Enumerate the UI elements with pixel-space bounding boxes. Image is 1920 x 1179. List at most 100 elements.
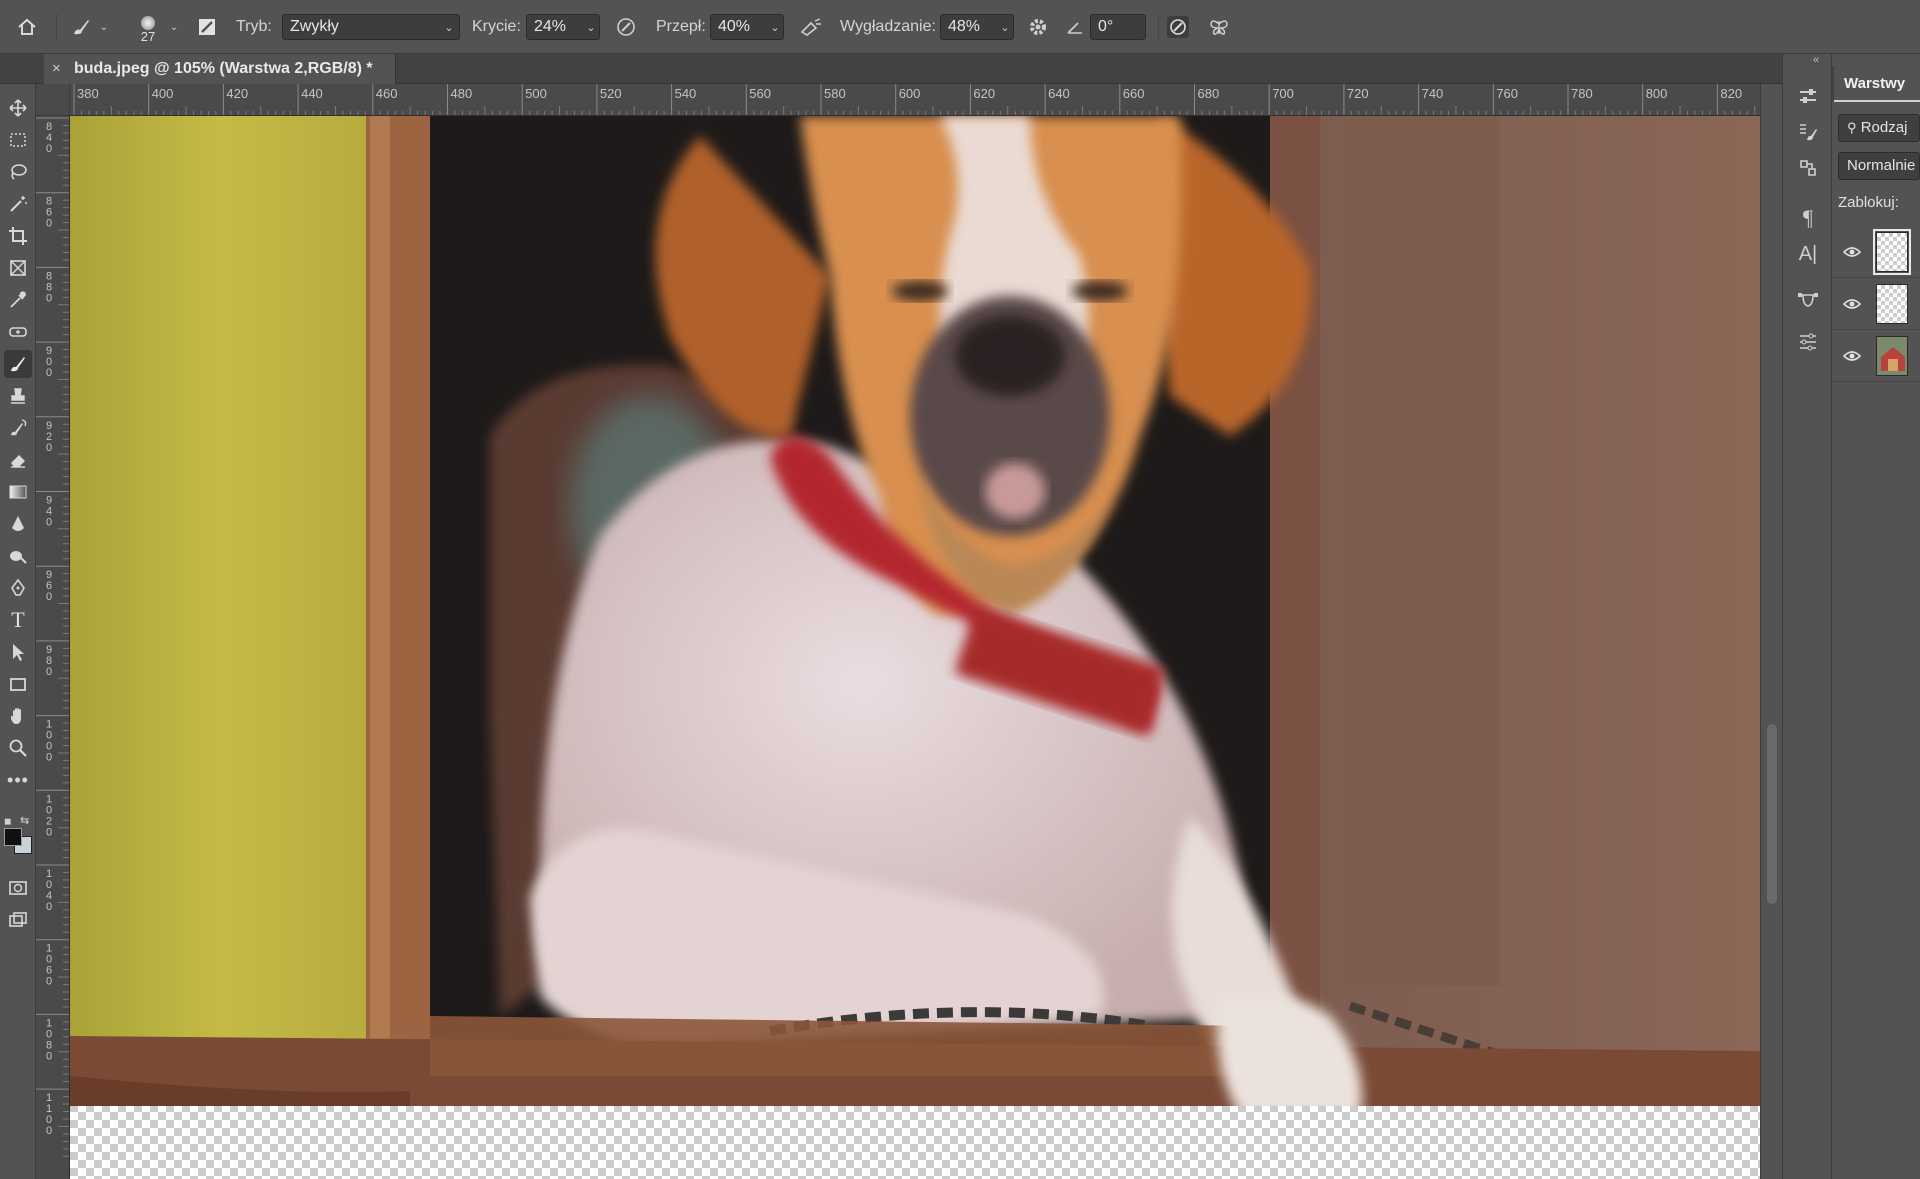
ruler-label: 720: [1347, 86, 1369, 101]
horizontal-ruler-ticks: 380 400 420 440 460 480 500 520 540 560 580 600 620 6…: [73, 84, 1756, 115]
mode-select[interactable]: Zwykły: [282, 14, 460, 40]
chevron-down-icon[interactable]: ⌄: [996, 14, 1014, 40]
ruler-label: 380: [77, 86, 99, 101]
type-tool-icon[interactable]: T: [4, 606, 32, 634]
ruler-label: 0: [46, 826, 52, 838]
photo-thumbnail-image: [1877, 337, 1907, 375]
chevron-down-icon[interactable]: ⌄: [166, 0, 182, 54]
separator: [1158, 14, 1159, 40]
ruler-label: 0: [46, 752, 52, 764]
visibility-eye-icon[interactable]: [1842, 346, 1862, 366]
pen-tool-icon[interactable]: [4, 574, 32, 602]
path-selection-tool-icon[interactable]: [4, 638, 32, 666]
scrollbar-thumb[interactable]: [1767, 724, 1777, 904]
ruler-label: 440: [301, 86, 323, 101]
ruler-label: 500: [525, 86, 547, 101]
clone-stamp-tool-icon[interactable]: [4, 382, 32, 410]
ruler-label: 0: [46, 367, 52, 379]
paths-icon[interactable]: [1794, 286, 1822, 314]
eyedropper-tool-icon[interactable]: [4, 286, 32, 314]
ruler-origin[interactable]: [36, 84, 70, 116]
swap-colors-icon[interactable]: ⇆: [20, 814, 29, 827]
layer-thumbnail[interactable]: [1873, 229, 1911, 275]
vertical-ruler[interactable]: 8408608809009209409609801000102010401060…: [36, 116, 70, 1179]
blend-mode-select[interactable]: Normalnie: [1838, 152, 1920, 180]
ruler-label: 540: [675, 86, 697, 101]
layer-thumbnail[interactable]: [1876, 336, 1908, 376]
gradient-tool-icon[interactable]: [4, 478, 32, 506]
layers-panel: Warstwy ⚲ Rodzaj Normalnie Zablokuj:: [1832, 54, 1920, 1179]
document-title: buda.jpeg @ 105% (Warstwa 2,RGB/8) *: [74, 60, 373, 77]
gear-icon[interactable]: [1024, 0, 1052, 54]
chevron-down-icon[interactable]: ⌄: [766, 14, 784, 40]
angle-input[interactable]: 0°: [1090, 14, 1146, 40]
hand-tool-icon[interactable]: [4, 702, 32, 730]
document-tab[interactable]: × buda.jpeg @ 105% (Warstwa 2,RGB/8) *: [44, 54, 396, 84]
clone-source-icon[interactable]: [1794, 154, 1822, 182]
collapse-panels-icon[interactable]: «: [1813, 54, 1819, 66]
airbrush-icon[interactable]: [796, 0, 826, 54]
chevron-down-icon[interactable]: ⌄: [440, 14, 458, 40]
vertical-ruler-ticks: 8408608809009209409609801000102010401060…: [36, 117, 69, 1157]
ruler-label: 0: [46, 976, 52, 988]
dodge-tool-icon[interactable]: [4, 542, 32, 570]
options-bar: ⌄ 27 ⌄ Tryb: Zwykły ⌄ Krycie: 24% ⌄ Prze…: [0, 0, 1920, 54]
pressure-size-icon[interactable]: [1162, 0, 1194, 54]
quick-mask-icon[interactable]: [4, 874, 32, 902]
crop-tool-icon[interactable]: [4, 222, 32, 250]
ruler-label: 700: [1272, 86, 1294, 101]
ruler-label: 640: [1048, 86, 1070, 101]
tab-layers[interactable]: Warstwy: [1834, 66, 1920, 102]
layer-row[interactable]: [1832, 330, 1920, 382]
layer-row[interactable]: [1832, 226, 1920, 278]
visibility-eye-icon[interactable]: [1842, 294, 1862, 314]
symmetry-butterfly-icon[interactable]: [1204, 0, 1234, 54]
zoom-tool-icon[interactable]: [4, 734, 32, 762]
blur-tool-icon[interactable]: [4, 510, 32, 538]
history-brush-tool-icon[interactable]: [4, 414, 32, 442]
move-tool-icon[interactable]: [4, 94, 32, 122]
brush-preset-icon[interactable]: [66, 0, 96, 54]
chevron-down-icon[interactable]: ⌄: [96, 0, 112, 54]
more-tools-icon[interactable]: •••: [4, 766, 32, 794]
lasso-tool-icon[interactable]: [4, 158, 32, 186]
canvas[interactable]: [70, 116, 1760, 1179]
character-icon[interactable]: A|: [1794, 240, 1822, 268]
eraser-tool-icon[interactable]: [4, 446, 32, 474]
pressure-opacity-icon[interactable]: [612, 0, 640, 54]
ruler-label: 800: [1646, 86, 1668, 101]
screen-mode-icon[interactable]: [4, 906, 32, 934]
close-icon[interactable]: ×: [52, 54, 61, 84]
ruler-label: 620: [973, 86, 995, 101]
adjustments-icon[interactable]: [1794, 328, 1822, 356]
layer-thumbnail[interactable]: [1876, 284, 1908, 324]
flow-label: Przepł:: [656, 18, 706, 35]
brush-size-picker[interactable]: 27: [134, 0, 162, 54]
chevron-down-icon[interactable]: ⌄: [582, 14, 600, 40]
home-icon[interactable]: [12, 0, 42, 54]
ruler-label: 460: [376, 86, 398, 101]
visibility-eye-icon[interactable]: [1842, 242, 1862, 262]
brush-settings-panel-icon[interactable]: [194, 0, 220, 54]
paragraph-icon[interactable]: ¶: [1794, 204, 1822, 232]
transparent-area: [70, 1096, 1760, 1179]
ruler-label: 400: [152, 86, 174, 101]
spot-healing-tool-icon[interactable]: [4, 318, 32, 346]
ruler-label: 520: [600, 86, 622, 101]
brush-tool-icon[interactable]: [4, 350, 32, 378]
tools-panel: T ••• ◼ ⇆: [0, 84, 36, 1179]
brushes-panel-icon[interactable]: [1794, 118, 1822, 146]
layer-row[interactable]: [1832, 278, 1920, 330]
rectangle-tool-icon[interactable]: [4, 670, 32, 698]
horizontal-ruler[interactable]: 380 400 420 440 460 480 500 520 540 560 580 600 620 6…: [70, 84, 1760, 116]
properties-icon[interactable]: [1794, 82, 1822, 110]
vertical-scrollbar[interactable]: [1760, 84, 1782, 1179]
ruler-label: 580: [824, 86, 846, 101]
foreground-color-swatch[interactable]: [4, 828, 22, 846]
marquee-tool-icon[interactable]: [4, 126, 32, 154]
default-colors-icon[interactable]: ◼: [4, 816, 11, 827]
ruler-label: 0: [46, 442, 52, 454]
magic-wand-tool-icon[interactable]: [4, 190, 32, 218]
frame-tool-icon[interactable]: [4, 254, 32, 282]
layer-filter-select[interactable]: ⚲ Rodzaj: [1838, 114, 1920, 142]
